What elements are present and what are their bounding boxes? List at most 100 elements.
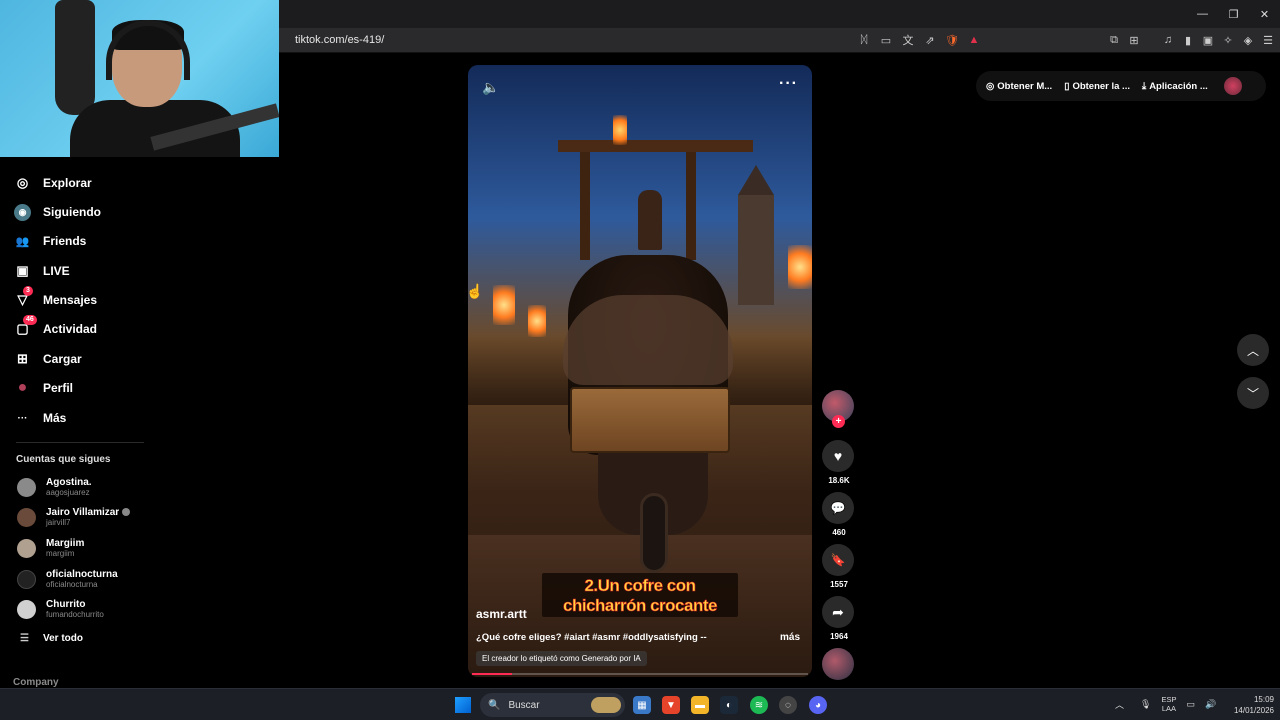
more-options-icon[interactable]: ··· xyxy=(779,75,798,93)
lang-line: LAA xyxy=(1161,704,1177,713)
avatar xyxy=(17,570,36,589)
ai-icon[interactable]: ✧ xyxy=(1220,32,1236,48)
chevron-up-icon: ︿ xyxy=(1246,343,1259,358)
mic-icon[interactable]: 🎙 xyxy=(1140,699,1151,710)
sidebar-icon[interactable]: ▮ xyxy=(1180,32,1196,48)
profile-avatar[interactable] xyxy=(1223,77,1242,95)
profile-avatar-icon: ● xyxy=(17,379,28,396)
following-account[interactable]: oficialnocturna oficialnocturna xyxy=(17,569,118,590)
sidebar-item-mas[interactable]: ··· Más xyxy=(14,406,67,430)
music-icon[interactable]: ♫ xyxy=(1160,32,1176,48)
sidebar-item-perfil[interactable]: ● Perfil xyxy=(14,376,73,400)
minimize-button[interactable]: — xyxy=(1187,0,1218,28)
sidebar-item-label: Explorar xyxy=(43,176,92,190)
save-button[interactable]: 🔖 xyxy=(822,544,854,576)
following-account[interactable]: Margiim margiim xyxy=(17,538,84,559)
share-icon[interactable]: ⇗ xyxy=(922,32,938,48)
folder-icon[interactable]: ▬ xyxy=(691,696,709,714)
reader-icon[interactable]: ᛞ xyxy=(856,32,872,48)
previous-video-button[interactable]: ︿ xyxy=(1237,334,1269,366)
more-dots-icon: ··· xyxy=(17,412,28,424)
spotify-icon[interactable]: ≋ xyxy=(750,696,768,714)
translate-icon[interactable]: 文 xyxy=(900,32,916,48)
following-account[interactable]: Churrito fumandochurrito xyxy=(17,599,104,620)
comment-button[interactable]: 💬 xyxy=(822,492,854,524)
phone-icon: ▯ xyxy=(1064,80,1070,92)
share-arrow-icon: ➦ xyxy=(832,603,844,620)
sidebar-item-label: Actividad xyxy=(43,322,98,336)
coin-icon: ◎ xyxy=(986,80,995,92)
messages-badge: 3 xyxy=(23,285,33,296)
description-more-link[interactable]: más xyxy=(780,632,800,643)
extension-icons: ⧉ ⊞ ♫ ▮ ▣ ✧ ◈ ☰ xyxy=(1106,32,1276,48)
company-link[interactable]: Company xyxy=(13,677,59,688)
brave-browser-icon[interactable]: ▼ xyxy=(662,696,680,714)
video-progress-bar[interactable] xyxy=(472,673,808,675)
brave-rewards-icon[interactable]: ▲ xyxy=(966,32,982,48)
app-icon[interactable]: ◌ xyxy=(779,696,797,714)
sidebar-item-friends[interactable]: 👥 Friends xyxy=(14,229,87,253)
video-gallows-post xyxy=(580,140,590,260)
address-icons: ᛞ ▭ 文 ⇗ 🛡 ▲ xyxy=(856,32,982,48)
following-account[interactable]: Jairo Villamizar jairvill7 xyxy=(17,507,130,528)
taskbar-clock[interactable]: 15:09 14/01/2026 xyxy=(1222,694,1274,716)
url-text[interactable]: tiktok.com/es-419/ xyxy=(295,34,384,46)
next-video-button[interactable]: ﹀ xyxy=(1237,377,1269,409)
cast-icon[interactable]: ▭ xyxy=(878,32,894,48)
vpn-icon[interactable]: ◈ xyxy=(1240,32,1256,48)
see-all-link[interactable]: ☰ Ver todo xyxy=(20,633,83,644)
video-description: ¿Qué cofre eliges? #aiart #asmr #oddlysa… xyxy=(476,632,707,643)
start-button[interactable] xyxy=(455,697,471,713)
video-tower xyxy=(738,195,774,305)
file-explorer-icon[interactable]: ▦ xyxy=(633,696,651,714)
brave-shield-icon[interactable]: 🛡 xyxy=(944,32,960,48)
video-player[interactable]: 🔈 ··· 2.Un cofre con chicharrón crocante… xyxy=(468,65,812,677)
friends-icon: 👥 xyxy=(15,235,30,248)
system-tray: ︿ 🎙 ESP LAA ▭ 🔊 xyxy=(1115,695,1216,713)
download-app-button[interactable]: ⤓ Aplicación ... xyxy=(1142,81,1208,92)
share-button[interactable]: ➦ xyxy=(822,596,854,628)
close-button[interactable]: ✕ xyxy=(1249,0,1280,28)
video-torch xyxy=(493,285,515,325)
discord-icon[interactable]: ◕ xyxy=(809,696,827,714)
tabs-icon[interactable]: ⊞ xyxy=(1126,32,1142,48)
sidebar-item-live[interactable]: ▣ LIVE xyxy=(14,259,69,283)
video-gallows-beam xyxy=(558,140,753,152)
taskbar-search[interactable]: 🔍 Buscar xyxy=(480,693,625,717)
get-app-button[interactable]: ▯ Obtener la ... xyxy=(1064,81,1130,92)
following-section-title: Cuentas que sigues xyxy=(16,454,111,465)
sidebar-item-explorar[interactable]: ◎ Explorar xyxy=(14,171,92,195)
network-icon[interactable]: ▭ xyxy=(1186,699,1195,710)
volume-icon[interactable]: 🔊 xyxy=(1205,699,1216,710)
video-chest xyxy=(570,387,730,453)
extensions-icon[interactable]: ⧉ xyxy=(1106,32,1122,48)
video-caption-overlay: 2.Un cofre con chicharrón crocante xyxy=(542,573,738,617)
sound-icon[interactable]: 🔈 xyxy=(482,79,499,96)
like-button[interactable]: ♥ xyxy=(822,440,854,472)
tray-chevron-icon[interactable]: ︿ xyxy=(1115,698,1124,711)
follow-plus-icon[interactable]: + xyxy=(832,415,845,428)
messages-icon: ▽ 3 xyxy=(14,285,33,309)
account-name: Margiim xyxy=(46,538,85,549)
steam-icon[interactable]: ◐ xyxy=(720,696,738,714)
avatar xyxy=(17,508,36,527)
sidebar-item-cargar[interactable]: ⊞ Cargar xyxy=(14,347,82,371)
menu-icon[interactable]: ☰ xyxy=(1260,32,1276,48)
wallet-icon[interactable]: ▣ xyxy=(1200,32,1216,48)
get-coins-button[interactable]: ◎ Obtener M... xyxy=(986,81,1052,92)
restore-button[interactable]: ❐ xyxy=(1218,0,1249,28)
sidebar-item-mensajes[interactable]: ▽ 3 Mensajes xyxy=(14,285,97,312)
account-name: Jairo Villamizar xyxy=(46,507,130,518)
language-indicator[interactable]: ESP LAA xyxy=(1161,695,1176,713)
account-username: jairvill7 xyxy=(46,518,71,527)
sidebar-item-actividad[interactable]: ▢ 46 Actividad xyxy=(14,314,98,341)
save-count: 1557 xyxy=(830,580,848,589)
sidebar-item-siguiendo[interactable]: ◉ Siguiendo xyxy=(14,200,101,224)
ai-generated-label: El creador lo etiquetó como Generado por… xyxy=(476,651,647,666)
clock-time: 15:09 xyxy=(1253,695,1274,704)
following-account[interactable]: Agostina. aagosjuarez xyxy=(17,477,92,498)
video-author[interactable]: asmr.artt xyxy=(476,607,527,621)
music-disc-icon[interactable] xyxy=(822,648,854,680)
caption-line: 2.Un cofre con xyxy=(584,576,696,596)
comment-icon: 💬 xyxy=(830,501,846,515)
